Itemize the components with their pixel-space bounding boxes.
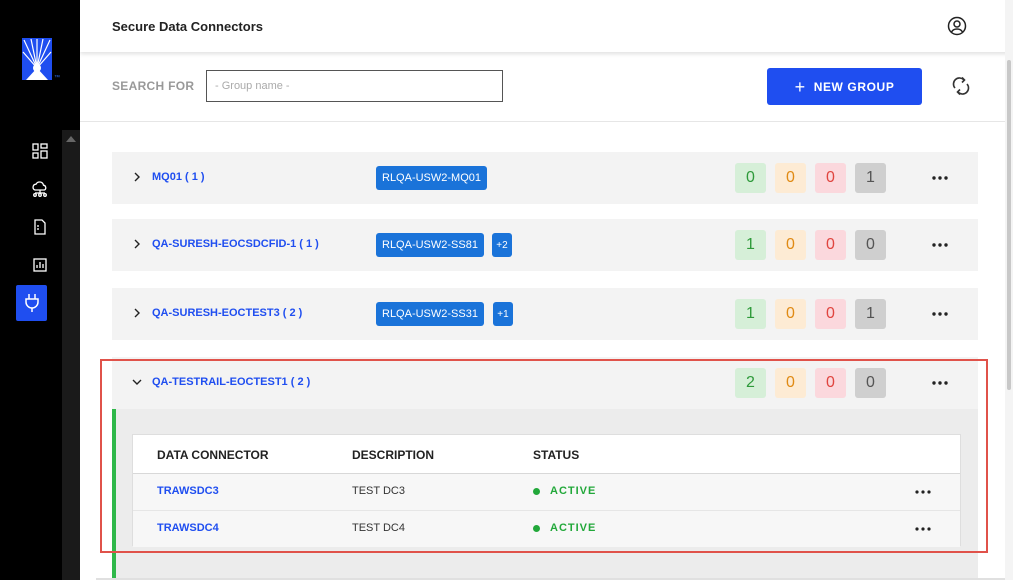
- highlight-frame: [100, 359, 988, 553]
- top-header: Secure Data Connectors: [80, 0, 1013, 52]
- more-options-icon[interactable]: [930, 308, 950, 320]
- chevron-right-icon[interactable]: [132, 172, 142, 182]
- count-inactive-badge: 1: [855, 299, 886, 329]
- count-inactive-badge: 0: [855, 230, 886, 260]
- report-chart-icon: [33, 258, 47, 272]
- region-more-badge[interactable]: +2: [492, 233, 512, 257]
- brand-logo-icon[interactable]: [22, 38, 52, 80]
- search-label: SEARCH FOR: [112, 79, 195, 93]
- sidebar-item-dashboard[interactable]: [24, 135, 56, 167]
- header-divider: [80, 121, 1005, 122]
- chevron-right-icon[interactable]: [132, 308, 142, 318]
- user-account-icon[interactable]: [947, 16, 967, 36]
- page-scrollbar-thumb[interactable]: [1007, 60, 1011, 390]
- count-error-badge: 0: [815, 230, 846, 260]
- count-warning-badge: 0: [775, 299, 806, 329]
- region-tag: RLQA-USW2-SS81: [376, 233, 484, 257]
- region-tag: RLQA-USW2-MQ01: [376, 166, 488, 190]
- chevron-right-icon[interactable]: [132, 239, 142, 249]
- app-root: ™ Secure Data Connectors SEARCH FOR - Gr…: [0, 0, 1013, 580]
- region-more-badge[interactable]: +1: [493, 302, 513, 326]
- sidebar: ™: [0, 0, 80, 580]
- group-row[interactable]: QA-SURESH-EOCTEST3 ( 2 ) RLQA-USW2-SS31 …: [112, 288, 978, 340]
- document-icon: [34, 219, 46, 235]
- new-group-button[interactable]: + NEW GROUP: [767, 68, 922, 105]
- plus-icon: +: [794, 76, 806, 97]
- count-active-badge: 1: [735, 230, 766, 260]
- new-group-label: NEW GROUP: [813, 79, 895, 94]
- count-warning-badge: 0: [775, 230, 806, 260]
- sidebar-item-cloud-network[interactable]: [24, 173, 56, 205]
- group-row[interactable]: MQ01 ( 1 ) RLQA-USW2-MQ01 0 0 0 1: [112, 152, 978, 204]
- count-error-badge: 0: [815, 299, 846, 329]
- group-row[interactable]: QA-SURESH-EOCSDCFID-1 ( 1 ) RLQA-USW2-SS…: [112, 219, 978, 271]
- group-name-link[interactable]: MQ01 ( 1 ): [152, 171, 205, 183]
- page-scrollbar[interactable]: [1005, 0, 1013, 580]
- cloud-network-icon: [32, 181, 47, 197]
- refresh-icon[interactable]: [951, 76, 971, 96]
- count-active-badge: 1: [735, 299, 766, 329]
- trademark-mark: ™: [54, 75, 60, 81]
- sidebar-scrollbar[interactable]: [62, 130, 80, 580]
- count-inactive-badge: 1: [855, 163, 886, 193]
- sidebar-item-documents[interactable]: [24, 211, 56, 243]
- group-name-link[interactable]: QA-SURESH-EOCSDCFID-1 ( 1 ): [152, 238, 319, 250]
- more-options-icon[interactable]: [930, 239, 950, 251]
- scroll-up-icon[interactable]: [66, 136, 76, 142]
- count-error-badge: 0: [815, 163, 846, 193]
- sidebar-item-reports[interactable]: [24, 249, 56, 281]
- more-options-icon[interactable]: [930, 172, 950, 184]
- count-warning-badge: 0: [775, 163, 806, 193]
- dashboard-icon: [32, 143, 48, 159]
- group-search-input[interactable]: [206, 70, 503, 102]
- count-active-badge: 0: [735, 163, 766, 193]
- page-title: Secure Data Connectors: [112, 19, 263, 34]
- region-tag: RLQA-USW2-SS31: [376, 302, 484, 326]
- plug-icon: [24, 294, 39, 312]
- sidebar-item-data-connectors[interactable]: [16, 285, 47, 321]
- group-name-link[interactable]: QA-SURESH-EOCTEST3 ( 2 ): [152, 307, 302, 319]
